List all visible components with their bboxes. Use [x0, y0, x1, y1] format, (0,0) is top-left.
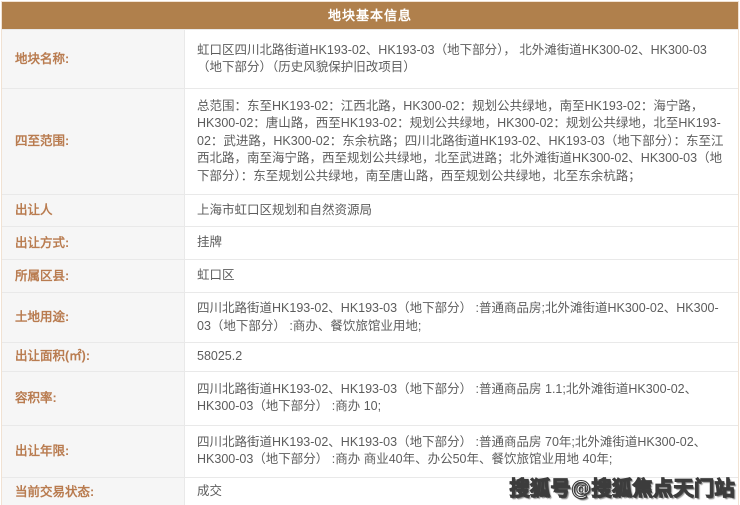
row-plot-ratio: 容积率: 四川北路街道HK193-02、HK193-03（地下部分） :普通商品…	[2, 371, 738, 425]
row-value-text: 总范围：东至HK193-02：江西北路，HK300-02：规划公共绿地，南至HK…	[197, 98, 726, 186]
row-label: 当前交易状态:	[2, 478, 185, 505]
row-value-text: 上海市虹口区规划和自然资源局	[197, 202, 372, 220]
row-plot-name: 地块名称: 虹口区四川北路街道HK193-02、HK193-03（地下部分）， …	[2, 29, 738, 88]
row-value-text: 成交	[197, 483, 222, 501]
row-value: 58025.2	[185, 343, 738, 371]
row-grant-term: 出让年限: 四川北路街道HK193-02、HK193-03（地下部分） :普通商…	[2, 425, 738, 477]
panel-title: 地块基本信息	[2, 2, 738, 29]
row-boundaries: 四至范围: 总范围：东至HK193-02：江西北路，HK300-02：规划公共绿…	[2, 88, 738, 194]
row-land-use: 土地用途: 四川北路街道HK193-02、HK193-03（地下部分） :普通商…	[2, 292, 738, 342]
land-info-page: 地块基本信息 地块名称: 虹口区四川北路街道HK193-02、HK193-03（…	[0, 0, 740, 505]
row-value-text: 58025.2	[197, 348, 242, 366]
row-value: 四川北路街道HK193-02、HK193-03（地下部分） :普通商品房 1.1…	[185, 372, 738, 425]
row-value: 总范围：东至HK193-02：江西北路，HK300-02：规划公共绿地，南至HK…	[185, 89, 738, 194]
info-rows: 地块名称: 虹口区四川北路街道HK193-02、HK193-03（地下部分）， …	[2, 29, 738, 505]
row-seller: 出让人 上海市虹口区规划和自然资源局	[2, 194, 738, 226]
row-label: 所属区县:	[2, 260, 185, 292]
row-value: 四川北路街道HK193-02、HK193-03（地下部分） :普通商品房 70年…	[185, 426, 738, 477]
row-label: 容积率:	[2, 372, 185, 425]
row-label: 出让人	[2, 195, 185, 226]
row-value-text: 四川北路街道HK193-02、HK193-03（地下部分） :普通商品房;北外滩…	[197, 300, 726, 335]
row-label: 出让年限:	[2, 426, 185, 477]
row-value-text: 虹口区	[197, 267, 235, 285]
row-value: 虹口区	[185, 260, 738, 292]
land-info-panel: 地块基本信息 地块名称: 虹口区四川北路街道HK193-02、HK193-03（…	[1, 1, 739, 505]
row-value: 成交	[185, 478, 738, 505]
row-label: 四至范围:	[2, 89, 185, 194]
row-listing-method: 出让方式: 挂牌	[2, 226, 738, 259]
row-label: 地块名称:	[2, 30, 185, 88]
row-value: 上海市虹口区规划和自然资源局	[185, 195, 738, 226]
row-transaction-status: 当前交易状态: 成交	[2, 477, 738, 505]
row-value: 虹口区四川北路街道HK193-02、HK193-03（地下部分）， 北外滩街道H…	[185, 30, 738, 88]
row-value-text: 虹口区四川北路街道HK193-02、HK193-03（地下部分）， 北外滩街道H…	[197, 42, 726, 77]
row-value-text: 四川北路街道HK193-02、HK193-03（地下部分） :普通商品房 70年…	[197, 434, 726, 469]
row-value: 挂牌	[185, 227, 738, 259]
row-area: 出让面积(㎡): 58025.2	[2, 342, 738, 371]
row-value-text: 四川北路街道HK193-02、HK193-03（地下部分） :普通商品房 1.1…	[197, 381, 726, 416]
row-value-text: 挂牌	[197, 234, 222, 252]
row-label: 出让面积(㎡):	[2, 343, 185, 371]
row-district: 所属区县: 虹口区	[2, 259, 738, 292]
row-label: 出让方式:	[2, 227, 185, 259]
row-value: 四川北路街道HK193-02、HK193-03（地下部分） :普通商品房;北外滩…	[185, 293, 738, 342]
row-label: 土地用途:	[2, 293, 185, 342]
